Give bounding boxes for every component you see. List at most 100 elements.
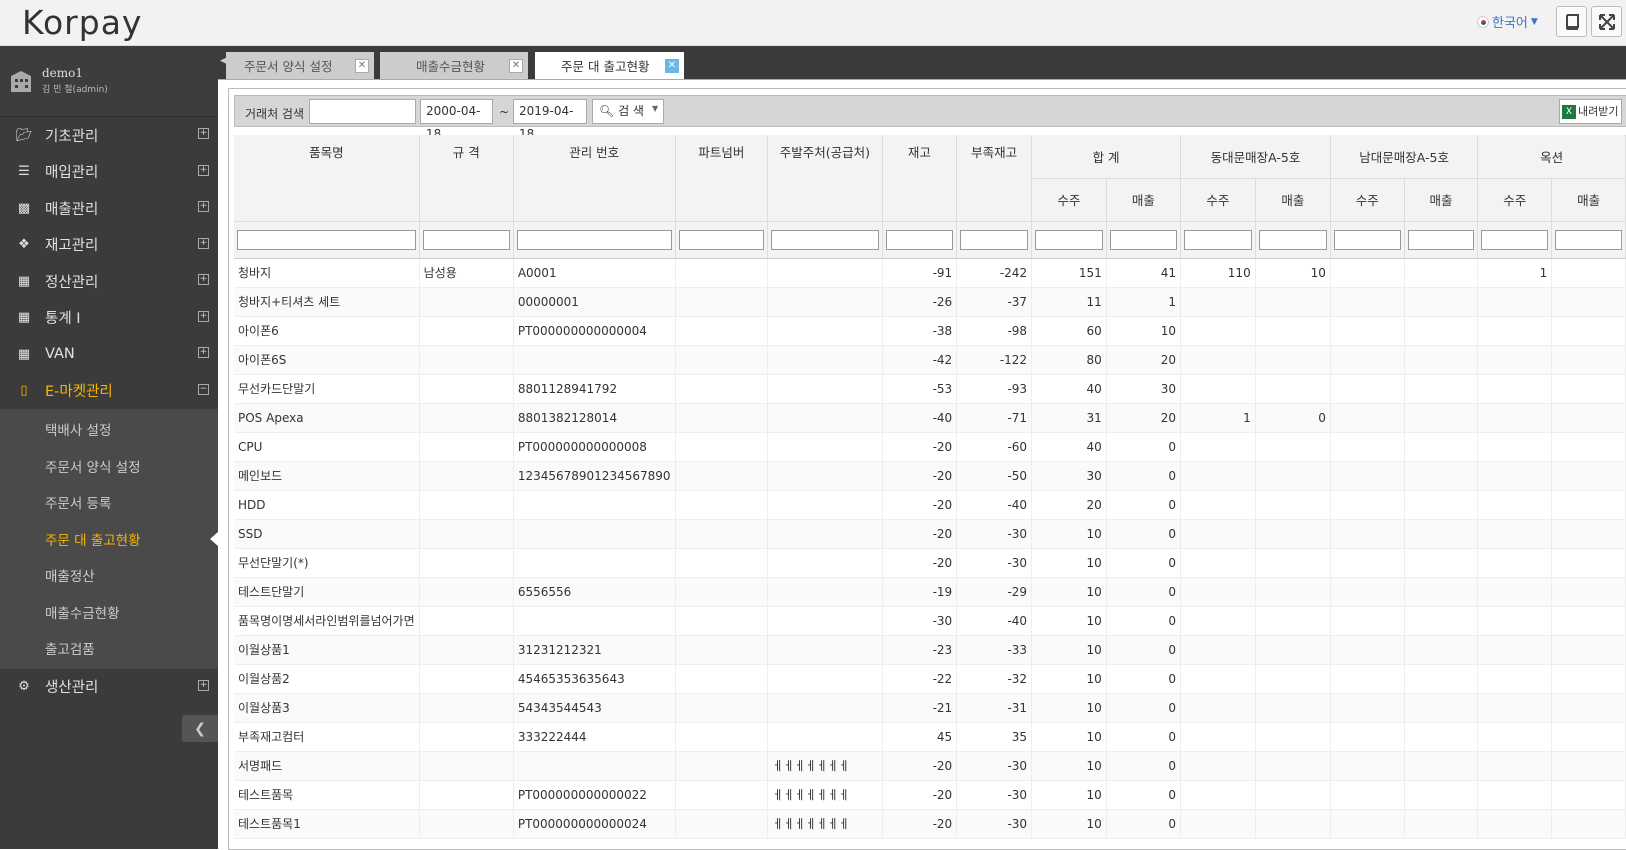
table-row[interactable]: SSD -20 -30 10 0	[234, 519, 1626, 549]
excel-download-button[interactable]: X 내려받기	[1559, 99, 1622, 124]
table-row[interactable]: 무선단말기(*) -20 -30 10 0	[234, 548, 1626, 578]
filter-input[interactable]	[885, 229, 954, 250]
col-store2-sales[interactable]: 매출	[1404, 178, 1479, 222]
table-row[interactable]: 이월상품1 31231212321 -23 -33 10 0	[234, 635, 1626, 665]
filter-input[interactable]	[1109, 229, 1178, 250]
app-logo[interactable]: Korpay	[22, 3, 142, 42]
expand-icon[interactable]: +	[198, 164, 209, 176]
submenu-item[interactable]: 택배사 설정	[0, 411, 218, 448]
nav-item-6[interactable]: ▦ VAN +	[0, 336, 218, 373]
col-short-stock[interactable]: 부족재고	[956, 135, 1033, 222]
close-icon[interactable]: ✕	[509, 59, 523, 73]
table-row[interactable]: 아이폰6S -42 -122 80 20	[234, 345, 1626, 375]
language-selector[interactable]: 한국어 ▼	[1477, 12, 1538, 31]
table-row[interactable]: HDD -20 -40 20 0	[234, 490, 1626, 520]
expand-icon[interactable]: +	[198, 237, 209, 249]
table-cell	[1551, 490, 1626, 520]
table-row[interactable]: 서명패드 ㅔㅔㅔㅔㅔㅔㅔ -20 -30 10 0	[234, 751, 1626, 781]
date-to-input[interactable]: 2019-04-18	[513, 99, 587, 141]
col-store3-order[interactable]: 수주	[1477, 178, 1553, 222]
table-cell: 60	[1031, 316, 1107, 346]
table-row[interactable]: 품목명이명세서라인범위를넘어가면 -30 -40 10 0	[234, 606, 1626, 636]
manual-book-button[interactable]	[1556, 6, 1587, 37]
col-total-order[interactable]: 수주	[1031, 178, 1107, 222]
col-part-number[interactable]: 파트넘버	[675, 135, 769, 222]
filter-input[interactable]	[1035, 229, 1103, 250]
expand-icon[interactable]: +	[198, 679, 209, 691]
table-cell	[419, 519, 514, 549]
col-item-name[interactable]: 품목명	[234, 135, 420, 222]
submenu-item[interactable]: 주문서 양식 설정	[0, 448, 218, 485]
fullscreen-button[interactable]	[1591, 6, 1622, 37]
submenu-item[interactable]: 매출수금현황	[0, 594, 218, 631]
table-cell	[1477, 316, 1553, 346]
submenu-item[interactable]: 매출정산	[0, 557, 218, 594]
expand-icon[interactable]: +	[198, 347, 209, 358]
nav-item-4[interactable]: ▦ 정산관리 +	[0, 263, 218, 300]
table-cell	[1404, 780, 1479, 810]
tab-order-form-settings[interactable]: 주문서 양식 설정 ✕	[226, 52, 374, 79]
filter-input[interactable]	[1481, 229, 1549, 250]
close-icon[interactable]: ✕	[665, 59, 679, 73]
col-spec[interactable]: 규 격	[419, 135, 514, 222]
submenu-item[interactable]: 주문 대 출고현황	[0, 521, 218, 558]
table-cell	[767, 519, 883, 549]
nav-item-0[interactable]: 📂︎ 기초관리 +	[0, 117, 218, 154]
col-total-sales[interactable]: 매출	[1106, 178, 1182, 222]
filter-input[interactable]	[516, 229, 672, 250]
table-row[interactable]: 이월상품3 54343544543 -21 -31 10 0	[234, 693, 1626, 723]
submenu-item[interactable]: 출고검품	[0, 630, 218, 667]
table-row[interactable]: POS Apexa 8801382128014 -40 -71 31 20 1 0	[234, 403, 1626, 433]
table-row[interactable]: CPU PT000000000000008 -20 -60 40 0	[234, 432, 1626, 462]
nav-item-production[interactable]: ⚙ 생산관리 +	[0, 669, 218, 706]
partner-search-input[interactable]	[309, 99, 416, 124]
filter-input[interactable]	[1184, 229, 1252, 250]
filter-input[interactable]	[422, 229, 510, 250]
col-store2-order[interactable]: 수주	[1330, 178, 1405, 222]
expand-icon[interactable]: +	[198, 201, 209, 212]
col-store1-order[interactable]: 수주	[1180, 178, 1256, 222]
table-row[interactable]: 청바지+티셔츠 세트 00000001 -26 -37 11 1	[234, 287, 1626, 317]
table-cell: ㅔㅔㅔㅔㅔㅔㅔ	[767, 751, 883, 781]
date-from-input[interactable]: 2000-04-18	[420, 99, 493, 141]
collapse-sidebar-button[interactable]: ❮	[182, 715, 218, 742]
submenu-item[interactable]: 주문서 등록	[0, 484, 218, 521]
table-row[interactable]: 청바지 남성용 A0001 -91 -242 151 41 110 10 1	[234, 258, 1626, 288]
col-store1-sales[interactable]: 매출	[1255, 178, 1331, 222]
col-stock[interactable]: 재고	[882, 135, 958, 222]
table-row[interactable]: 이월상품2 45465353635643 -22 -32 10 0	[234, 664, 1626, 694]
table-row[interactable]: 부족재고컴터 333222444 45 35 10 0	[234, 722, 1626, 752]
table-row[interactable]: 무선카드단말기 8801128941792 -53 -93 40 30	[234, 374, 1626, 404]
filter-input[interactable]	[1258, 229, 1327, 250]
table-row[interactable]: 테스트품목1 PT000000000000024 ㅔㅔㅔㅔㅔㅔㅔ -20 -30 10 0	[234, 809, 1626, 839]
filter-input[interactable]	[237, 229, 416, 250]
table-row[interactable]: 테스트단말기 6556556 -19 -29 10 0	[234, 577, 1626, 607]
tab-order-vs-shipment[interactable]: 주문 대 출고현황 ✕	[535, 52, 684, 79]
filter-input[interactable]	[1333, 229, 1401, 250]
filter-input[interactable]	[1555, 229, 1622, 250]
nav-item-2[interactable]: ▩ 매출관리 +	[0, 190, 218, 227]
col-store3-sales[interactable]: 매출	[1551, 178, 1626, 222]
collapse-icon[interactable]: −	[198, 383, 209, 395]
expand-icon[interactable]: +	[198, 310, 209, 322]
filter-input[interactable]	[771, 229, 879, 250]
filter-input[interactable]	[960, 229, 1029, 250]
calculator-icon: ▦	[17, 273, 31, 289]
tab-scroll-left-icon[interactable]: ◀	[220, 56, 227, 66]
col-supplier[interactable]: 주발주처(공급처)	[767, 135, 883, 222]
tab-sales-collection[interactable]: 매출수금현황 ✕	[380, 52, 528, 79]
expand-icon[interactable]: +	[198, 274, 209, 285]
filter-input[interactable]	[1407, 229, 1475, 250]
filter-input[interactable]	[678, 229, 765, 250]
table-row[interactable]: 아이폰6 PT000000000000004 -38 -98 60 10	[234, 316, 1626, 346]
search-dropdown-icon[interactable]: ▼	[652, 104, 658, 113]
nav-item-1[interactable]: ☰ 매입관리 +	[0, 154, 218, 191]
expand-icon[interactable]: +	[198, 128, 209, 139]
close-icon[interactable]: ✕	[355, 59, 369, 73]
nav-item-7[interactable]: ▯ E-마켓관리 −	[0, 373, 218, 410]
nav-item-3[interactable]: ❖ 재고관리 +	[0, 227, 218, 264]
nav-item-5[interactable]: ▦ 통계 I +	[0, 300, 218, 337]
col-code[interactable]: 관리 번호	[513, 135, 676, 222]
table-row[interactable]: 테스트품목 PT000000000000022 ㅔㅔㅔㅔㅔㅔㅔ -20 -30 10 0	[234, 780, 1626, 810]
table-row[interactable]: 메인보드 12345678901234567890 -20 -50 30 0	[234, 461, 1626, 491]
